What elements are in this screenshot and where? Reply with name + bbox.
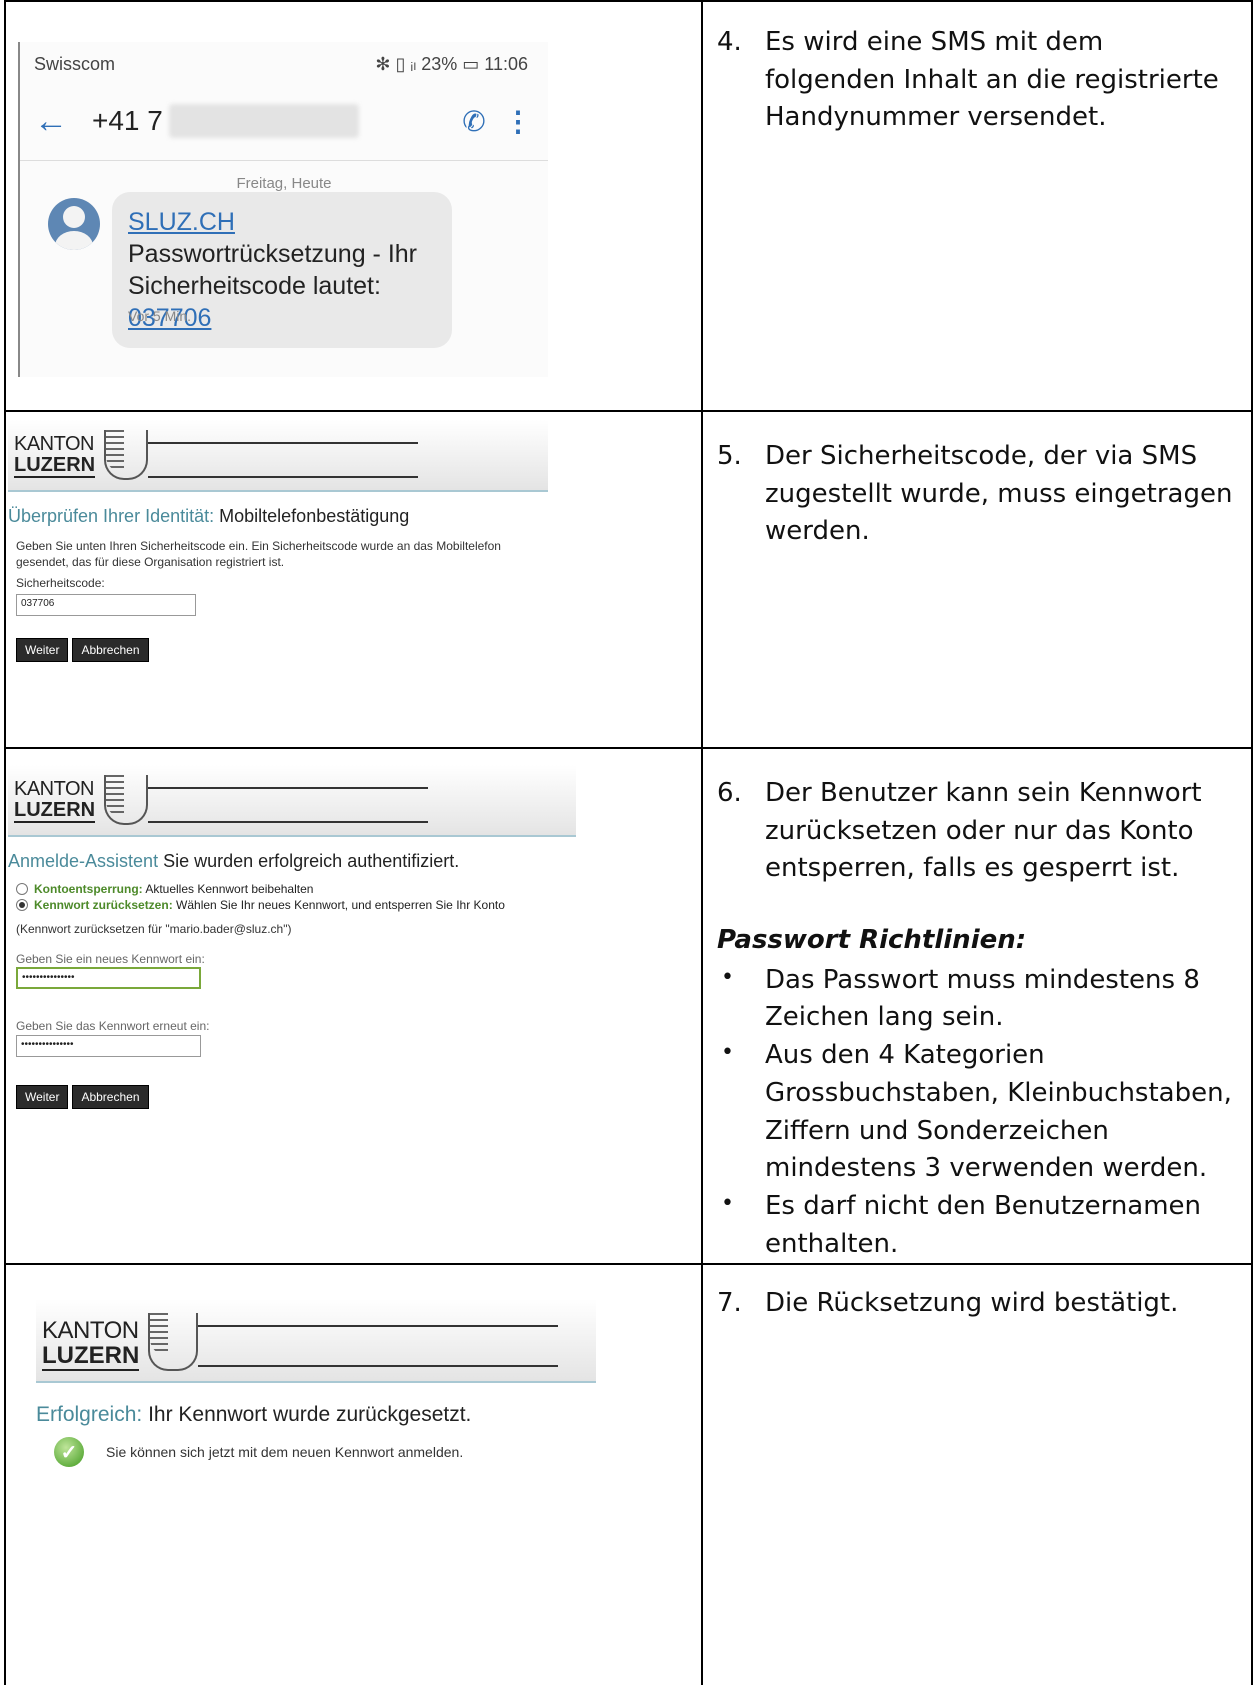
contact-number: +41 7 [92, 105, 163, 136]
reset-password-option[interactable]: Kennwort zurücksetzen: Wählen Sie Ihr ne… [16, 898, 576, 912]
reset-screenshot: KANTON LUZERN Anmelde-Assistent Sie wurd… [8, 765, 576, 1109]
back-arrow-icon[interactable]: ← [34, 102, 92, 141]
step-number: 7. [717, 1288, 742, 1319]
kanton-luzern-logo: KANTON LUZERN [14, 778, 96, 823]
security-code-input[interactable]: 037706 [16, 593, 196, 616]
success-screenshot: KANTON LUZERN Erfolgreich: Ihr Kennwort … [36, 1299, 596, 1468]
sms-link[interactable]: SLUZ.CH [128, 208, 235, 236]
password-guidelines-title: Passwort Richtlinien: [717, 925, 1027, 956]
message-date: Freitag, Heute [236, 175, 332, 192]
table-row: KANTON LUZERN Anmelde-Assistent Sie wurd… [4, 746, 1253, 1266]
page-title: Anmelde-Assistent Sie wurden erfolgreich… [8, 851, 460, 871]
sms-screenshot: Swisscom ✻ ▯ ᵢₗ 23% ▭ 11:06 ← +41 7 ✆ ⋮ … [18, 42, 548, 377]
step-number: 4. [717, 27, 742, 57]
step-number: 5. [717, 441, 742, 471]
cancel-button[interactable]: Abbrechen [72, 637, 149, 662]
step-text: Die Rücksetzung wird bestätigt. [765, 1288, 1179, 1319]
sms-bubble: SLUZ.CH Passwortrücksetzung - Ihr Sicher… [112, 192, 452, 348]
bullet-icon: • [721, 1040, 734, 1066]
step-text: Der Sicherheitscode, der via SMS zu­gest… [765, 441, 1233, 547]
next-button[interactable]: Weiter [16, 1084, 69, 1109]
table-row: Swisscom ✻ ▯ ᵢₗ 23% ▭ 11:06 ← +41 7 ✆ ⋮ … [4, 0, 1253, 412]
divider [20, 160, 548, 161]
radio-button-selected[interactable] [16, 899, 28, 911]
table-row: KANTON LUZERN Überprüfen Ihrer Identität… [4, 410, 1253, 749]
message-time: Vor 5 Min. [128, 308, 192, 324]
radio-button[interactable] [16, 883, 28, 895]
step-number: 6. [717, 778, 742, 808]
confirm-password-input[interactable]: ••••••••••••••• [16, 1034, 201, 1057]
verify-screenshot: KANTON LUZERN Überprüfen Ihrer Identität… [8, 420, 548, 662]
kanton-banner: KANTON LUZERN [8, 765, 576, 837]
description-cell: 5. Der Sicherheitscode, der via SMS zu­g… [701, 410, 1253, 749]
list-item: • Das Passwort muss mindestens 8 Zeichen … [717, 962, 1237, 1037]
step-text: Es wird eine SMS mit dem folgenden Inhal… [765, 27, 1219, 133]
table-row: KANTON LUZERN Erfolgreich: Ihr Kennwort … [4, 1263, 1253, 1685]
more-options-icon[interactable]: ⋮ [504, 105, 532, 138]
step-text: Der Benutzer kann sein Kennwort zurückse… [765, 778, 1202, 884]
step-7: 7. Die Rücksetzung wird bestätigt. [717, 1285, 1237, 1323]
step-5: 5. Der Sicherheitscode, der via SMS zu­g… [717, 438, 1237, 551]
checkmark-icon: ✓ [54, 1437, 84, 1468]
confirm-password-label: Geben Sie das Kennwort erneut ein: [16, 1019, 210, 1034]
page-title: Erfolgreich: Ihr Kennwort wurde zurückge… [36, 1403, 472, 1427]
description-cell: 6. Der Benutzer kann sein Kennwort zurüc… [701, 746, 1253, 1266]
reset-for-user: (Kennwort zurücksetzen für "mario.bader@… [16, 922, 292, 936]
description-cell: 4. Es wird eine SMS mit dem folgenden In… [701, 0, 1253, 412]
screenshot-cell: KANTON LUZERN Überprüfen Ihrer Identität… [4, 410, 703, 749]
kanton-banner: KANTON LUZERN [8, 420, 548, 492]
step-6: 6. Der Benutzer kann sein Kennwort zurüc… [717, 775, 1237, 888]
kanton-banner: KANTON LUZERN [36, 1299, 596, 1384]
unlock-account-option[interactable]: Kontoentsperrung: Aktuelles Kennwort bei… [16, 882, 576, 896]
bullet-icon: • [721, 1190, 734, 1216]
new-password-input[interactable]: ••••••••••••••• [16, 967, 201, 990]
list-item: • Es darf nicht den Benutzernamen enthalt… [717, 1188, 1237, 1263]
info-text: Geben Sie unten Ihren Sicherheitscode ei… [16, 539, 501, 569]
screenshot-cell: KANTON LUZERN Anmelde-Assistent Sie wurd… [4, 746, 703, 1266]
redacted-number [168, 104, 359, 138]
kanton-luzern-logo: KANTON LUZERN [14, 433, 96, 478]
phone-status-bar: Swisscom ✻ ▯ ᵢₗ 23% ▭ 11:06 [34, 54, 528, 75]
sms-text: Passwortrücksetzung - Ihr Sicherheitscod… [128, 240, 417, 300]
bullet-icon: • [721, 964, 734, 990]
kanton-luzern-logo: KANTON LUZERN [42, 1317, 140, 1372]
avatar [48, 198, 100, 250]
shield-icon [148, 1313, 198, 1372]
next-button[interactable]: Weiter [16, 637, 69, 662]
shield-icon [104, 775, 148, 825]
description-cell: 7. Die Rücksetzung wird bestätigt. [701, 1263, 1253, 1685]
page-title: Überprüfen Ihrer Identität: Mobiltelefon… [8, 506, 410, 526]
phone-call-icon[interactable]: ✆ [444, 105, 504, 138]
clock-label: 11:06 [484, 54, 528, 74]
code-label: Sicherheitscode: [16, 576, 105, 591]
status-indicators: ✻ ▯ ᵢₗ 23% ▭ 11:06 [375, 54, 528, 74]
success-message: Sie können sich jetzt mit dem neuen Kenn… [106, 1444, 464, 1461]
step-4: 4. Es wird eine SMS mit dem folgenden In… [717, 24, 1237, 137]
screenshot-cell: Swisscom ✻ ▯ ᵢₗ 23% ▭ 11:06 ← +41 7 ✆ ⋮ … [4, 0, 703, 412]
cancel-button[interactable]: Abbrechen [72, 1084, 149, 1109]
screenshot-cell: KANTON LUZERN Erfolgreich: Ihr Kennwort … [4, 1263, 703, 1685]
password-rules-list: • Das Passwort muss mindestens 8 Zeichen … [717, 962, 1237, 1264]
new-password-label: Geben Sie ein neues Kennwort ein: [16, 951, 205, 966]
shield-icon [104, 430, 148, 480]
sms-app-bar: ← +41 7 ✆ ⋮ [34, 96, 532, 146]
instruction-table: Swisscom ✻ ▯ ᵢₗ 23% ▭ 11:06 ← +41 7 ✆ ⋮ … [4, 0, 1253, 1685]
list-item: • Aus den 4 Kategorien Grossbuchsta­ben, … [717, 1037, 1237, 1188]
carrier-label: Swisscom [34, 54, 116, 74]
